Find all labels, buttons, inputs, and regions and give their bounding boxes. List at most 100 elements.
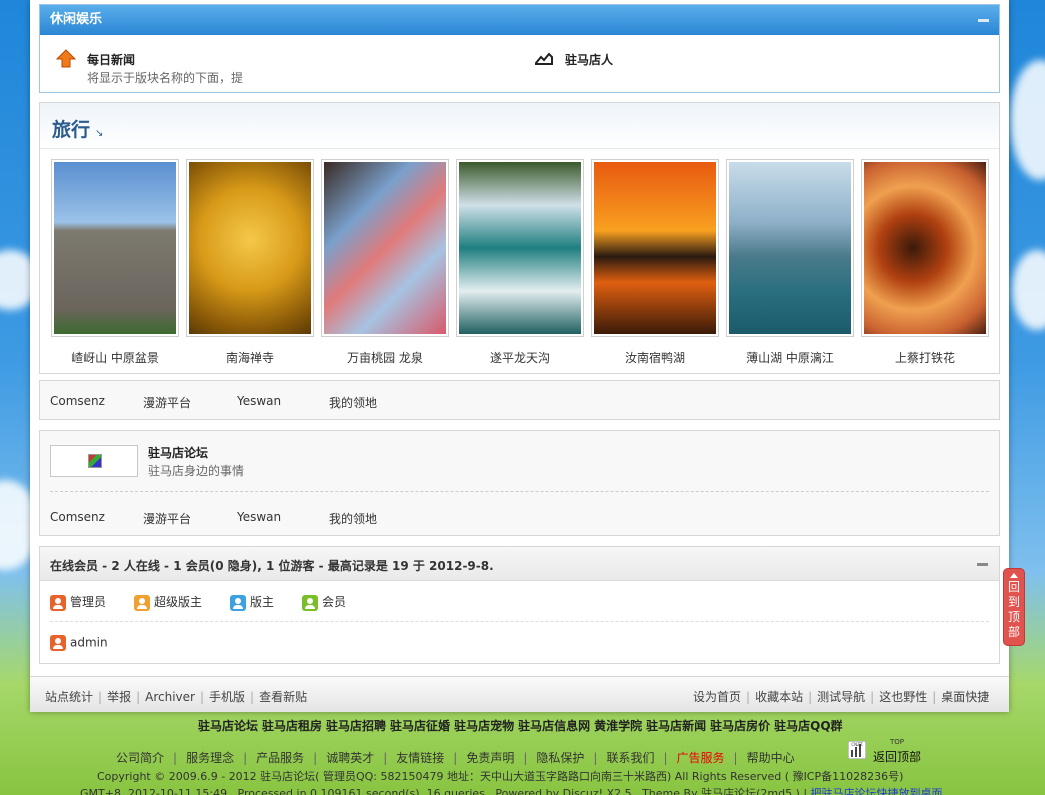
travel-header: 旅行 ↘ <box>40 103 999 149</box>
photo-caption[interactable]: 遂平龙天沟 <box>456 349 584 366</box>
main-container: 休闲娱乐 每日新闻 将显示于版块名称的下面，提 驻马店人 旅行 ↘ 嵖岈山 中原… <box>30 0 1009 712</box>
forum-name[interactable]: 驻马店论坛 <box>148 444 208 461</box>
footer-link-stats[interactable]: 站点统计 <box>45 690 93 704</box>
more-arrow-icon[interactable]: ↘ <box>95 128 103 139</box>
seo-link[interactable]: 驻马店论坛 <box>198 719 258 733</box>
footer-link-wild[interactable]: 这也野性 <box>879 690 927 704</box>
forum-people-icon <box>535 52 553 65</box>
friend-link[interactable]: Comsenz <box>50 394 105 408</box>
forum-logo[interactable] <box>50 445 138 477</box>
separator: | <box>313 751 318 765</box>
travel-photo[interactable] <box>456 159 584 337</box>
separator: | <box>453 751 458 765</box>
photo-buddha <box>189 162 311 334</box>
legend-label: 版主 <box>250 595 275 609</box>
footer-menu-item[interactable]: 产品服务 <box>256 751 304 765</box>
footer-link-desktop[interactable]: 桌面快捷 <box>941 690 989 704</box>
travel-photo[interactable] <box>726 159 854 337</box>
admin-user-icon <box>50 635 66 651</box>
cloud-decoration <box>1012 250 1045 330</box>
separator: | <box>173 751 178 765</box>
photo-caption[interactable]: 南海禅寺 <box>186 349 314 366</box>
seo-link[interactable]: 驻马店宠物 <box>454 719 514 733</box>
footer-link-bookmark[interactable]: 收藏本站 <box>755 690 803 704</box>
footer-link-archiver[interactable]: Archiver <box>145 690 195 704</box>
footer-menu-item[interactable]: 友情链接 <box>396 751 444 765</box>
forum-name[interactable]: 每日新闻 <box>87 51 135 68</box>
travel-photo[interactable] <box>51 159 179 337</box>
footer-menu-item[interactable]: 公司简介 <box>116 751 164 765</box>
stats-chart-icon[interactable]: CNZZ <box>848 741 866 759</box>
photo-caption[interactable]: 汝南宿鸭湖 <box>591 349 719 366</box>
footer-menu-item[interactable]: 联系我们 <box>606 751 654 765</box>
separator: | <box>98 690 103 704</box>
travel-photo[interactable] <box>861 159 989 337</box>
photo-caption[interactable]: 薄山湖 中原漓江 <box>726 349 854 366</box>
mod-user-icon <box>230 594 246 611</box>
travel-photo[interactable] <box>591 159 719 337</box>
seo-link[interactable]: 驻马店房价 <box>710 719 770 733</box>
collapse-icon[interactable] <box>978 19 989 22</box>
forum-link[interactable]: Yeswan <box>237 510 281 524</box>
legend-super-mod: 超级版主 <box>134 593 202 611</box>
photo-caption[interactable]: 嵖岈山 中原盆景 <box>51 349 179 366</box>
side-back-to-top-label[interactable]: 回到顶部 <box>1008 580 1020 640</box>
footer-menu-item-ads[interactable]: 广告服务 <box>677 751 725 765</box>
footer-link-mobile[interactable]: 手机版 <box>209 690 245 704</box>
travel-photo[interactable] <box>186 159 314 337</box>
online-username[interactable]: admin <box>70 636 108 650</box>
travel-title[interactable]: 旅行 <box>52 115 90 142</box>
separator: | <box>243 751 248 765</box>
online-members: 在线会员 - 2 人在线 - 1 会员(0 隐身), 1 位游客 - 最高记录是… <box>39 546 1000 664</box>
seo-link[interactable]: 驻马店招聘 <box>326 719 386 733</box>
seo-link[interactable]: 黄淮学院 <box>594 719 642 733</box>
footer-link-report[interactable]: 举报 <box>107 690 131 704</box>
separator: | <box>733 751 738 765</box>
friend-link[interactable]: 漫游平台 <box>143 394 191 411</box>
divider <box>50 491 989 492</box>
forum-name[interactable]: 驻马店人 <box>565 51 613 68</box>
seo-link[interactable]: 驻马店新闻 <box>646 719 706 733</box>
separator: | <box>932 690 937 704</box>
seo-link[interactable]: 驻马店租房 <box>262 719 322 733</box>
separator: | <box>808 690 813 704</box>
photo-iron-sparks <box>864 162 986 334</box>
footer-menu-item[interactable]: 诚聘英才 <box>326 751 374 765</box>
seo-link[interactable]: 驻马店征婚 <box>390 719 450 733</box>
legend-mod: 版主 <box>230 593 274 611</box>
friend-link[interactable]: 我的领地 <box>329 394 377 411</box>
forum-link[interactable]: 漫游平台 <box>143 510 191 527</box>
separator: | <box>746 690 751 704</box>
forum-link[interactable]: Comsenz <box>50 510 105 524</box>
footer-link-homepage[interactable]: 设为首页 <box>693 690 741 704</box>
footer-menu: 公司简介 | 服务理念 | 产品服务 | 诚聘英才 | 友情链接 | 免责声明 | 隐私保护 | 联系我们 |… <box>116 749 795 766</box>
collapse-icon[interactable] <box>977 563 988 566</box>
online-user[interactable]: admin <box>50 635 108 651</box>
photo-caption[interactable]: 上蔡打铁花 <box>861 349 989 366</box>
separator: | <box>593 751 598 765</box>
server-info: GMT+8, 2012-10-11 15:49 , Processed in 0… <box>80 785 943 795</box>
legend-member: 会员 <box>302 593 346 611</box>
up-arrow-icon <box>1010 573 1018 578</box>
featured-forum: 驻马店论坛 驻马店身边的事情 Comsenz 漫游平台 Yeswan 我的领地 <box>39 430 1000 536</box>
category-fun: 休闲娱乐 每日新闻 将显示于版块名称的下面，提 驻马店人 <box>39 4 1000 93</box>
seo-link[interactable]: 驻马店信息网 <box>518 719 590 733</box>
seo-link[interactable]: 驻马店QQ群 <box>774 719 842 733</box>
side-back-to-top[interactable]: 回到顶部 <box>1003 568 1025 646</box>
desktop-shortcut-link[interactable]: 把驻马店论坛快捷放到桌面 <box>811 787 943 795</box>
footer-link-test-nav[interactable]: 测试导航 <box>817 690 865 704</box>
friend-link[interactable]: Yeswan <box>237 394 281 408</box>
footer-menu-item[interactable]: 帮助中心 <box>747 751 795 765</box>
footer-menu-item[interactable]: 服务理念 <box>186 751 234 765</box>
footer-link-new-posts[interactable]: 查看新贴 <box>259 690 307 704</box>
photo-caption[interactable]: 万亩桃园 龙泉 <box>321 349 449 366</box>
footer-menu-item[interactable]: 隐私保护 <box>536 751 584 765</box>
footer-menu-item[interactable]: 免责声明 <box>466 751 514 765</box>
cnzz-badge: CNZZ <box>851 742 863 747</box>
separator: | <box>136 690 141 704</box>
travel-photo[interactable] <box>321 159 449 337</box>
footer-nav-bar: 站点统计 | 举报 | Archiver | 手机版 | 查看新贴 设为首页 | 收藏本站 | 测试导航… <box>30 676 1009 712</box>
forum-link[interactable]: 我的领地 <box>329 510 377 527</box>
forum-desc: 驻马店身边的事情 <box>148 464 245 478</box>
back-to-top-link[interactable]: 返回顶部 <box>873 748 921 765</box>
